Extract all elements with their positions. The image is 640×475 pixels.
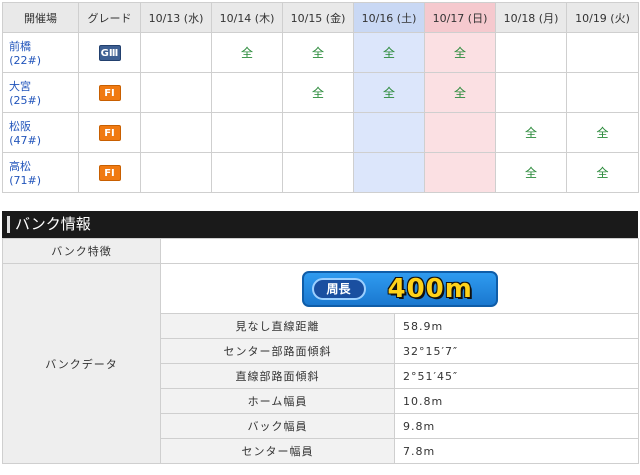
grade-header: グレード xyxy=(78,2,141,33)
bank-data-item-value: 10.8m xyxy=(394,388,639,414)
schedule-cell xyxy=(140,32,212,73)
schedule-cell xyxy=(495,32,567,73)
bank-data-item-label: センター部路面傾斜 xyxy=(160,338,395,364)
schedule-cell: 全 xyxy=(424,72,496,113)
schedule-cell: 全 xyxy=(211,32,283,73)
track-length-pill: 周長 xyxy=(311,277,366,300)
bank-feature-row: バンク特徴 xyxy=(2,238,639,264)
schedule-cell xyxy=(211,152,283,193)
grade-badge-g3: GⅢ xyxy=(98,44,121,61)
schedule-cell: 全 xyxy=(353,72,425,113)
venue-link-takamatsu[interactable]: 高松(71#) xyxy=(2,152,79,193)
venue-link-matsusaka[interactable]: 松阪(47#) xyxy=(2,112,79,153)
date-header-saturday: 10/16 (土) xyxy=(353,2,425,33)
schedule-cell: 全 xyxy=(495,152,567,193)
schedule-cell xyxy=(424,112,496,153)
track-length-value: 400m xyxy=(387,273,473,304)
table-row: 松阪(47#) FⅠ 全 全 xyxy=(2,112,639,153)
bank-data-item-value: 7.8m xyxy=(394,438,639,464)
bank-data-label: バンクデータ xyxy=(2,263,161,464)
schedule-cell: 全 xyxy=(282,72,354,113)
bank-feature-label: バンク特徴 xyxy=(2,238,161,264)
schedule-cell: 全 xyxy=(495,112,567,153)
date-header: 10/18 (月) xyxy=(495,2,567,33)
schedule-cell xyxy=(211,112,283,153)
schedule-cell xyxy=(211,72,283,113)
grade-cell: FⅠ xyxy=(78,112,141,153)
table-row: 高松(71#) FⅠ 全 全 xyxy=(2,152,639,193)
schedule-cell xyxy=(424,152,496,193)
bank-data-item-label: 直線部路面傾斜 xyxy=(160,363,395,389)
bank-data-item-value: 9.8m xyxy=(394,413,639,439)
bank-info-heading: バンク情報 xyxy=(2,211,638,238)
date-header: 10/15 (金) xyxy=(282,2,354,33)
bank-data-item-label: バック幅員 xyxy=(160,413,395,439)
venue-header: 開催場 xyxy=(2,2,79,33)
schedule-cell xyxy=(140,152,212,193)
grade-cell: FⅠ xyxy=(78,152,141,193)
table-row: 大宮(25#) FⅠ 全 全 全 xyxy=(2,72,639,113)
grade-badge-f1: FⅠ xyxy=(98,124,121,141)
venue-link-omiya[interactable]: 大宮(25#) xyxy=(2,72,79,113)
table-row: 前橋(22#) GⅢ 全 全 全 全 xyxy=(2,32,639,73)
schedule-cell: 全 xyxy=(353,32,425,73)
schedule-cell xyxy=(353,112,425,153)
track-length-banner: 周長 400m xyxy=(301,270,498,307)
bank-data-item-label: センター幅員 xyxy=(160,438,395,464)
schedule-cell xyxy=(282,112,354,153)
schedule-cell xyxy=(495,72,567,113)
bank-data-item-value: 58.9m xyxy=(394,313,639,339)
schedule-cell xyxy=(282,152,354,193)
bank-feature-value xyxy=(160,238,639,264)
bank-data-item-label: 見なし直線距離 xyxy=(160,313,395,339)
bank-data-item-label: ホーム幅員 xyxy=(160,388,395,414)
schedule-cell xyxy=(140,72,212,113)
bank-banner-row: バンクデータ 周長 400m xyxy=(2,263,639,464)
bank-data-item-value: 32°15′7″ xyxy=(394,338,639,364)
schedule-cell xyxy=(353,152,425,193)
grade-cell: GⅢ xyxy=(78,32,141,73)
schedule-cell: 全 xyxy=(566,152,639,193)
date-header-sunday: 10/17 (日) xyxy=(424,2,496,33)
date-header: 10/13 (水) xyxy=(140,2,212,33)
bank-info-table: バンク特徴 バンクデータ 周長 400m 見なし直線距離 58.9m センター部… xyxy=(2,238,639,464)
schedule-header-row: 開催場 グレード 10/13 (水) 10/14 (木) 10/15 (金) 1… xyxy=(2,2,639,33)
schedule-cell: 全 xyxy=(424,32,496,73)
schedule-cell: 全 xyxy=(282,32,354,73)
race-schedule-table: 開催場 グレード 10/13 (水) 10/14 (木) 10/15 (金) 1… xyxy=(2,2,639,193)
schedule-cell xyxy=(140,112,212,153)
grade-badge-f1: FⅠ xyxy=(98,84,121,101)
date-header: 10/19 (火) xyxy=(566,2,639,33)
grade-badge-f1: FⅠ xyxy=(98,164,121,181)
track-length-cell: 周長 400m xyxy=(160,263,639,314)
schedule-cell: 全 xyxy=(566,112,639,153)
venue-link-maebashi[interactable]: 前橋(22#) xyxy=(2,32,79,73)
date-header: 10/14 (木) xyxy=(211,2,283,33)
bank-data-item-value: 2°51′45″ xyxy=(394,363,639,389)
schedule-cell xyxy=(566,32,639,73)
schedule-cell xyxy=(566,72,639,113)
grade-cell: FⅠ xyxy=(78,72,141,113)
